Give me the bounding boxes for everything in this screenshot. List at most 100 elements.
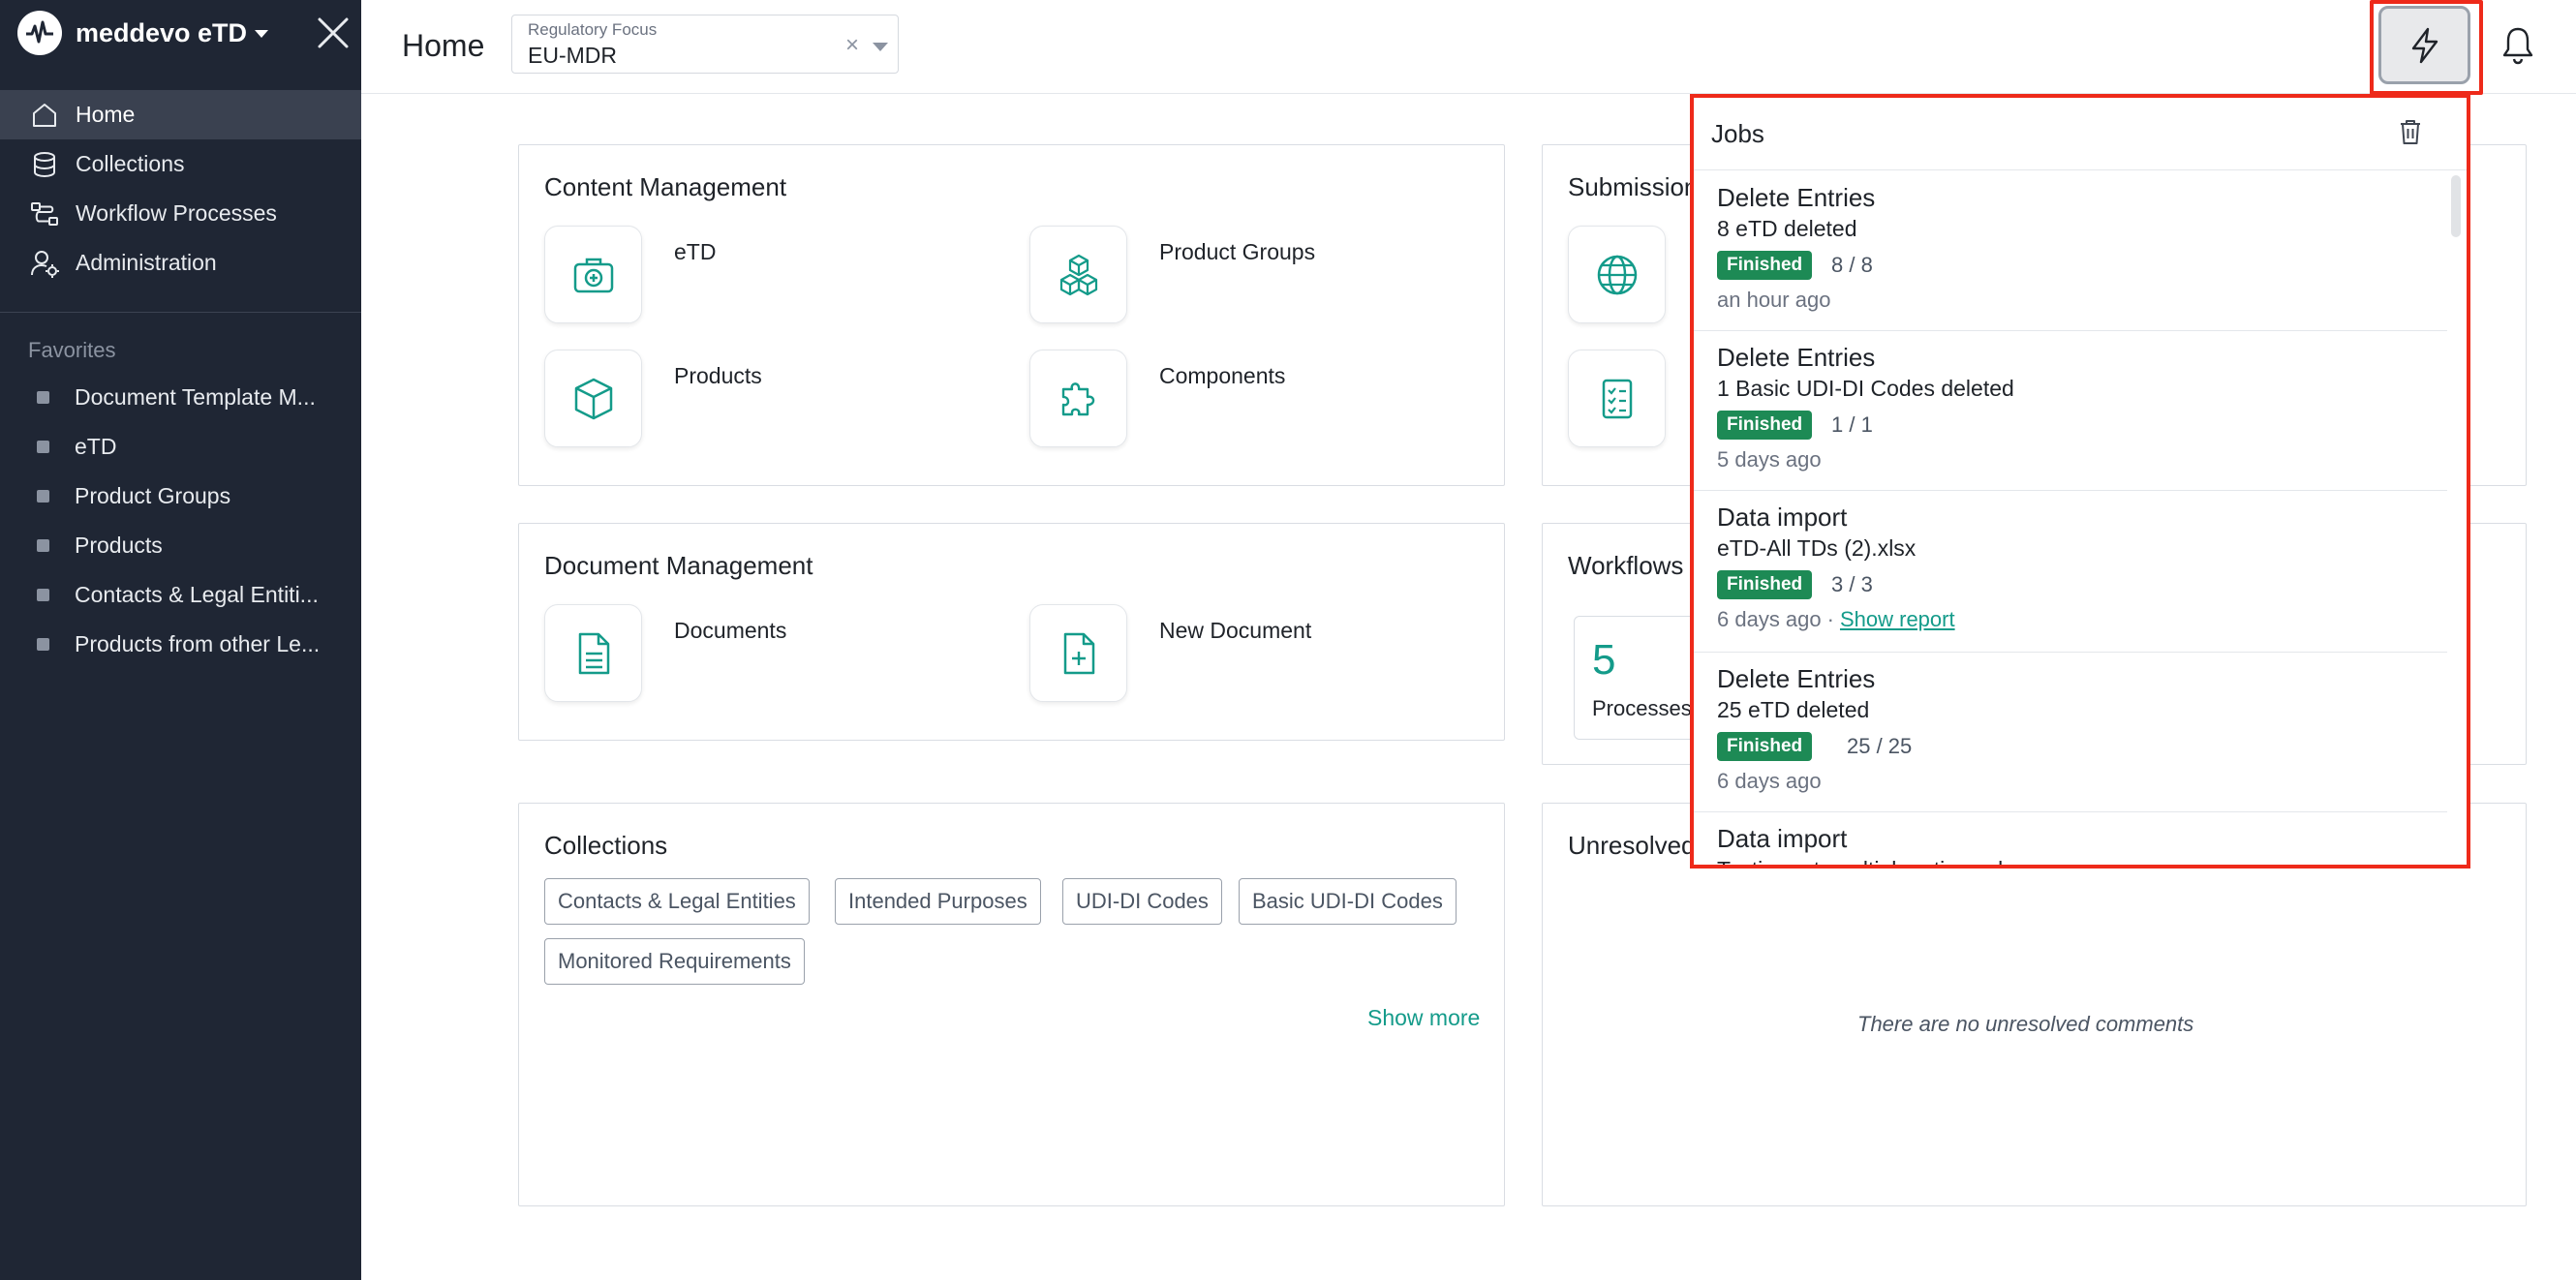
card-title: Submission <box>1568 172 1699 201</box>
job-description: 25 eTD deleted <box>1717 697 1870 722</box>
nav-item-collections[interactable]: Collections <box>0 139 361 189</box>
favorite-item[interactable]: eTD <box>0 422 361 472</box>
bullet-icon <box>37 391 49 404</box>
tile-label: eTD <box>674 239 717 264</box>
bullet-icon <box>37 441 49 453</box>
puzzle-icon <box>1029 350 1127 447</box>
jobs-title: Jobs <box>1711 119 1764 148</box>
regulatory-focus-label: Regulatory Focus <box>528 20 658 39</box>
bell-icon[interactable] <box>2499 24 2537 67</box>
bullet-icon <box>37 539 49 552</box>
main-nav: Home Collections Workflow Processes Admi… <box>0 90 361 288</box>
brand-logo <box>17 11 62 55</box>
nav-label: Collections <box>76 151 185 176</box>
content-management-card: Content Management eTD Product Groups Pr… <box>518 144 1505 486</box>
trash-icon[interactable] <box>2396 117 2425 146</box>
caret-down-icon <box>255 30 269 38</box>
collections-card: Collections Contacts & Legal Entities In… <box>518 803 1505 1206</box>
collection-chip[interactable]: Intended Purposes <box>835 878 1041 925</box>
lightning-icon <box>2411 27 2438 63</box>
status-badge: Finished <box>1717 732 1813 761</box>
cube-icon <box>544 350 642 447</box>
job-name: Delete Entries <box>1717 183 1876 212</box>
empty-state-text: There are no unresolved comments <box>1857 1012 2194 1036</box>
medical-bag-icon <box>544 226 642 323</box>
tile-submission[interactable] <box>1568 226 1666 323</box>
collection-chip[interactable]: Basic UDI-DI Codes <box>1239 878 1457 925</box>
card-title: Workflows <box>1568 551 1684 580</box>
nav-item-home[interactable]: Home <box>0 90 361 139</box>
processes-count: 5 <box>1592 636 1616 684</box>
tile-label: Documents <box>674 618 787 643</box>
job-time: 6 days ago <box>1717 769 1822 793</box>
favorite-item[interactable]: Contacts & Legal Entiti... <box>0 570 361 620</box>
job-item: Data import eTD-All TDs (2).xlsx Finishe… <box>1694 491 2447 653</box>
job-progress: 3 / 3 <box>1831 572 1873 596</box>
regulatory-focus-value: EU-MDR <box>528 43 617 68</box>
tile-components[interactable]: Components <box>1029 350 1285 447</box>
user-gear-icon <box>31 250 59 278</box>
processes-label: Processes <box>1592 696 1692 720</box>
show-more-link[interactable]: Show more <box>1367 1005 1480 1031</box>
nav-label: Workflow Processes <box>76 200 277 226</box>
sidebar-divider <box>0 312 361 313</box>
tile-etd[interactable]: eTD <box>544 226 716 323</box>
regulatory-focus-select[interactable]: Regulatory Focus EU-MDR × <box>511 15 899 74</box>
favorite-item[interactable]: Products <box>0 521 361 570</box>
tile-label: New Document <box>1159 618 1312 643</box>
jobs-header: Jobs <box>1694 98 2467 170</box>
tile-product-groups[interactable]: Product Groups <box>1029 226 1315 323</box>
tile-label: Product Groups <box>1159 239 1316 264</box>
bullet-icon <box>37 638 49 651</box>
favorites-heading: Favorites <box>28 338 116 362</box>
tile-label: Components <box>1159 363 1286 388</box>
job-description: eTD-All TDs (2).xlsx <box>1717 535 1917 561</box>
tile-new-document[interactable]: New Document <box>1029 604 1311 702</box>
app-name: meddevo eTD <box>76 17 248 47</box>
close-icon[interactable] <box>316 15 351 50</box>
bullet-icon <box>37 490 49 503</box>
favorite-item[interactable]: Document Template M... <box>0 373 361 422</box>
tile-products[interactable]: Products <box>544 350 762 447</box>
job-time: an hour ago <box>1717 288 1831 312</box>
tile-checklist[interactable] <box>1568 350 1666 447</box>
top-bar: Home Regulatory Focus EU-MDR × <box>361 0 2576 94</box>
collection-chip[interactable]: UDI-DI Codes <box>1062 878 1222 925</box>
workflow-icon <box>31 201 58 226</box>
show-report-link[interactable]: Show report <box>1840 607 1955 631</box>
job-description: 8 eTD deleted <box>1717 216 1857 241</box>
status-badge: Finished <box>1717 570 1813 599</box>
job-progress: 1 / 1 <box>1831 412 1873 437</box>
document-management-card: Document Management Documents New Docume… <box>518 523 1505 741</box>
card-title: Document Management <box>544 551 813 580</box>
clear-icon[interactable]: × <box>845 32 859 59</box>
job-item: Data import Testimport_multipleoptions.x… <box>1694 812 2447 865</box>
cubes-icon <box>1029 226 1127 323</box>
collection-chip[interactable]: Monitored Requirements <box>544 938 805 985</box>
job-name: Delete Entries <box>1717 343 1876 372</box>
job-item: Delete Entries 25 eTD deleted Finished 2… <box>1694 653 2447 812</box>
status-badge: Finished <box>1717 251 1813 280</box>
chevron-down-icon[interactable] <box>873 43 888 51</box>
favorite-item[interactable]: Product Groups <box>0 472 361 521</box>
status-badge: Finished <box>1717 411 1813 440</box>
collection-chip[interactable]: Contacts & Legal Entities <box>544 878 810 925</box>
job-description: 1 Basic UDI-DI Codes deleted <box>1717 376 2014 401</box>
job-name: Data import <box>1717 824 1848 853</box>
tile-label: Products <box>674 363 762 388</box>
tile-documents[interactable]: Documents <box>544 604 786 702</box>
document-icon <box>544 604 642 702</box>
app-switcher[interactable]: meddevo eTD <box>17 11 269 55</box>
bullet-icon <box>37 589 49 601</box>
globe-icon <box>1568 226 1666 323</box>
favorite-item[interactable]: Products from other Le... <box>0 620 361 669</box>
jobs-button[interactable] <box>2378 6 2470 84</box>
nav-label: Administration <box>76 250 217 275</box>
card-title: Content Management <box>544 172 787 201</box>
card-title: Unresolved <box>1568 831 1696 860</box>
nav-item-administration[interactable]: Administration <box>0 238 361 288</box>
job-progress: 25 / 25 <box>1847 734 1913 758</box>
jobs-scrollbar[interactable] <box>2451 175 2461 237</box>
sidebar: meddevo eTD Home Collections Workflow Pr… <box>0 0 361 1280</box>
nav-item-workflow-processes[interactable]: Workflow Processes <box>0 189 361 238</box>
